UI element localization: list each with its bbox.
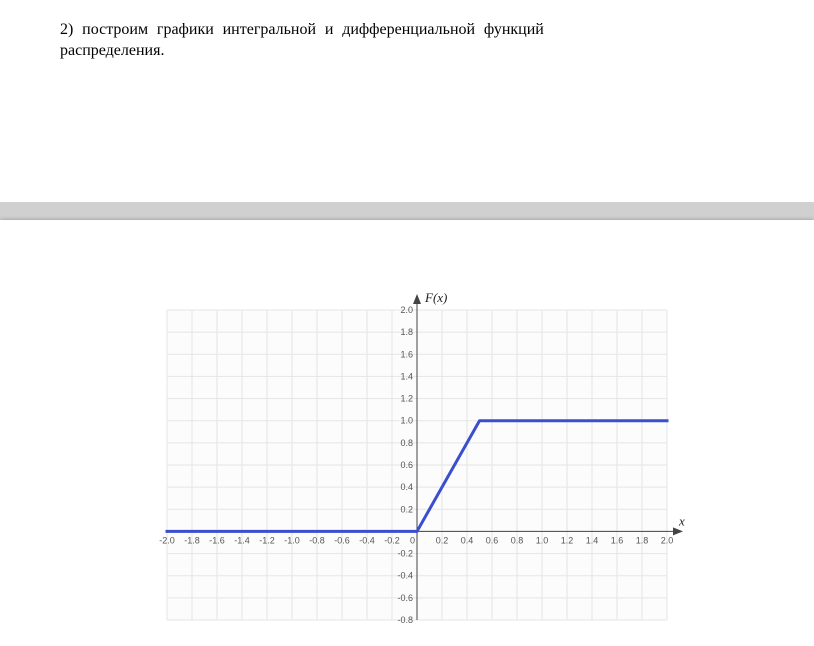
svg-text:1.4: 1.4 [586, 535, 599, 545]
svg-text:-0.2: -0.2 [384, 535, 400, 545]
svg-text:-2.0: -2.0 [159, 535, 175, 545]
svg-text:2.0: 2.0 [400, 305, 413, 315]
problem-statement: 2) построим графики интегральной и диффе… [60, 20, 754, 62]
svg-text:-0.2: -0.2 [397, 548, 413, 558]
chart-cdf: -2.0 -1.8 -1.6 -1.4 -1.2 -1.0 -0.8 -0.6 -0.4 -0.2… [127, 280, 687, 640]
page-separator [0, 202, 814, 220]
svg-text:0.2: 0.2 [436, 535, 449, 545]
svg-text:1.8: 1.8 [636, 535, 649, 545]
svg-text:1.2: 1.2 [561, 535, 574, 545]
svg-text:-0.4: -0.4 [359, 535, 375, 545]
svg-text:1.2: 1.2 [400, 393, 413, 403]
page-bottom: -2.0 -1.8 -1.6 -1.4 -1.2 -1.0 -0.8 -0.6 -0.4 -0.2… [0, 220, 814, 646]
svg-text:-1.2: -1.2 [259, 535, 275, 545]
svg-text:0.4: 0.4 [400, 482, 413, 492]
svg-text:1.0: 1.0 [536, 535, 549, 545]
svg-text:2.0: 2.0 [661, 535, 674, 545]
svg-text:1.0: 1.0 [400, 415, 413, 425]
svg-text:1.8: 1.8 [400, 327, 413, 337]
problem-text-line1: построим графики интегральной и дифферен… [82, 21, 544, 38]
svg-text:1.6: 1.6 [400, 349, 413, 359]
svg-text:-1.0: -1.0 [284, 535, 300, 545]
svg-text:0: 0 [410, 535, 415, 545]
chart-svg: -2.0 -1.8 -1.6 -1.4 -1.2 -1.0 -0.8 -0.6 -0.4 -0.2… [127, 280, 687, 640]
svg-text:-0.8: -0.8 [397, 615, 413, 625]
svg-text:-0.6: -0.6 [334, 535, 350, 545]
svg-text:0.6: 0.6 [400, 460, 413, 470]
problem-number: 2) [60, 21, 73, 38]
problem-text-line2: распределения. [60, 42, 164, 59]
svg-text:-1.6: -1.6 [209, 535, 225, 545]
page-top: 2) построим графики интегральной и диффе… [0, 0, 814, 202]
svg-text:1.6: 1.6 [611, 535, 624, 545]
svg-text:x: x [678, 513, 685, 528]
svg-text:1.4: 1.4 [400, 371, 413, 381]
svg-text:-1.8: -1.8 [184, 535, 200, 545]
svg-text:-0.8: -0.8 [309, 535, 325, 545]
svg-text:0.6: 0.6 [486, 535, 499, 545]
svg-text:0.4: 0.4 [461, 535, 474, 545]
svg-text:-0.6: -0.6 [397, 592, 413, 602]
svg-text:F(x): F(x) [424, 290, 447, 305]
svg-text:0.8: 0.8 [511, 535, 524, 545]
svg-text:-0.4: -0.4 [397, 570, 413, 580]
svg-text:-1.4: -1.4 [234, 535, 250, 545]
svg-text:0.8: 0.8 [400, 437, 413, 447]
svg-text:0.2: 0.2 [400, 504, 413, 514]
